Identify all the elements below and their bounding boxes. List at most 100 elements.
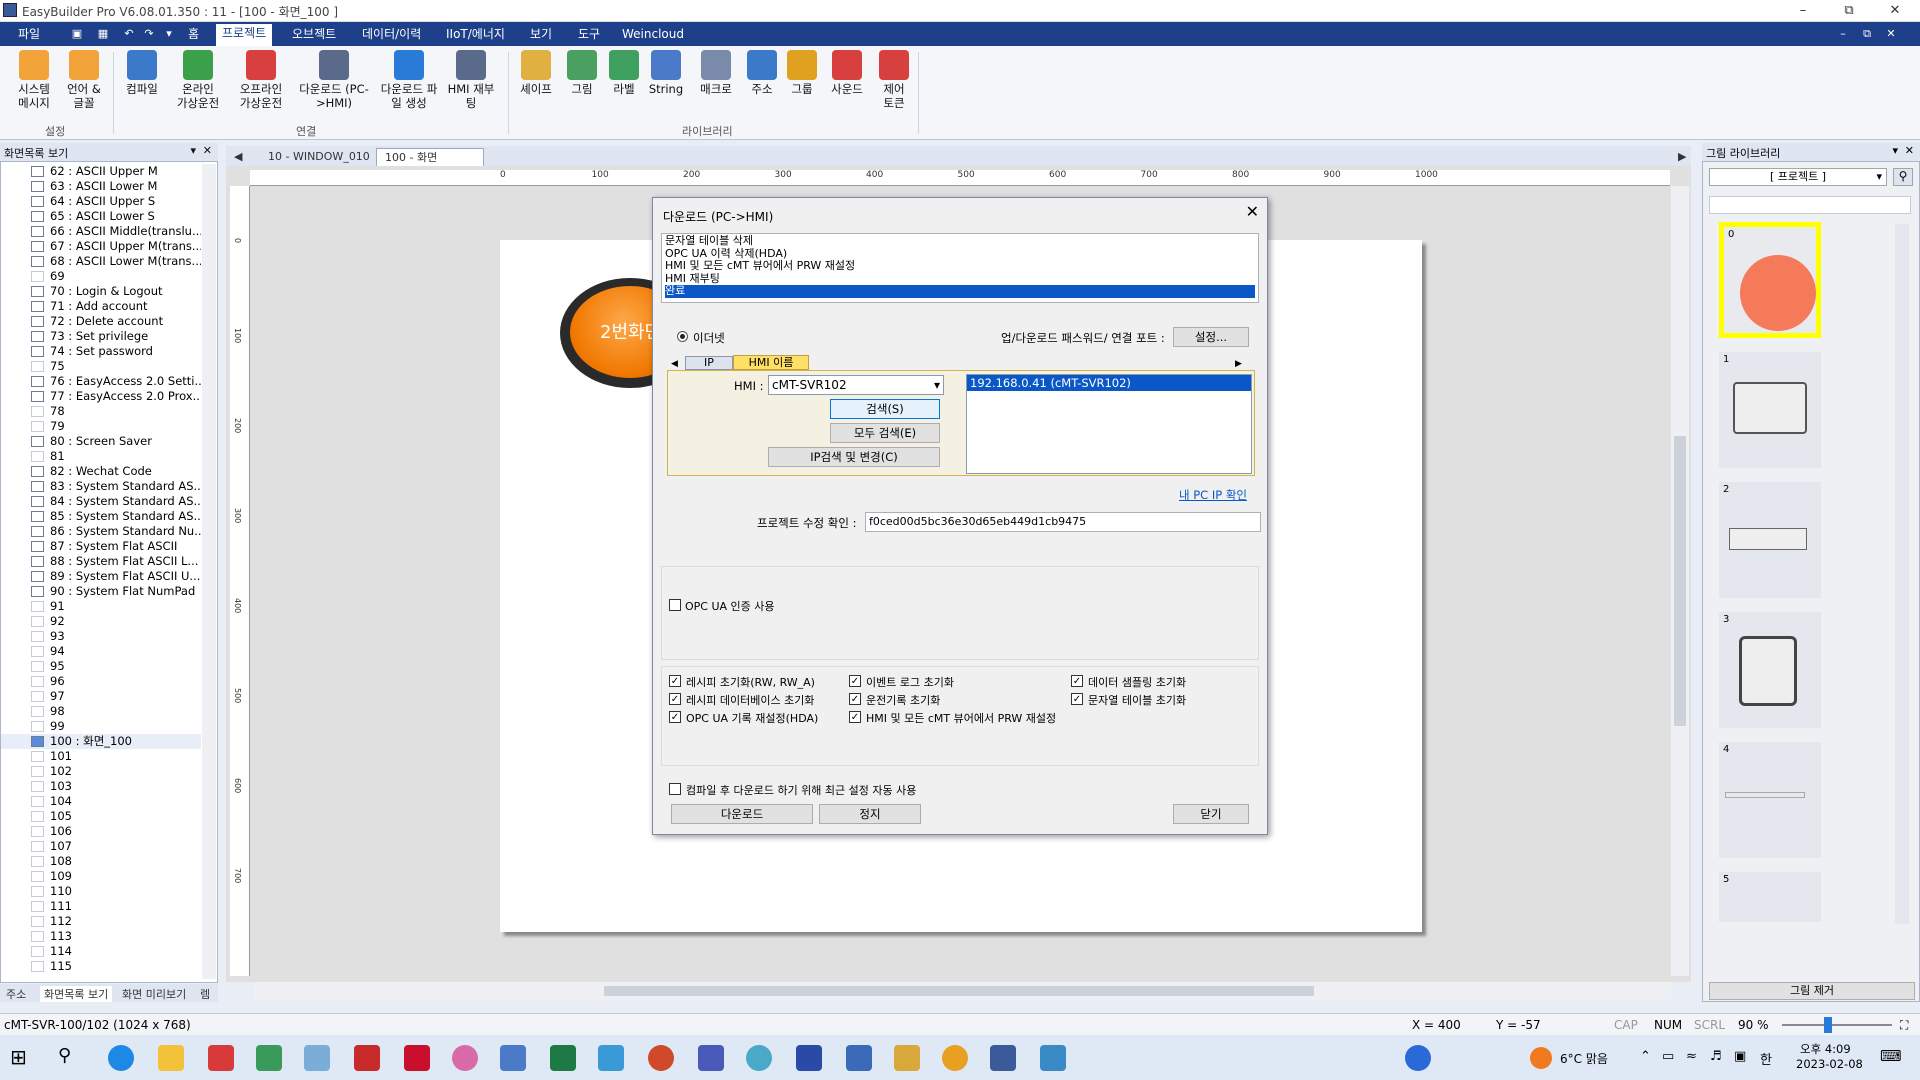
compile-button[interactable]: 컴파일 <box>118 50 166 96</box>
ribbon-close-icon[interactable]: ✕ <box>1884 27 1898 41</box>
screen-list-item[interactable]: 101 <box>1 749 201 764</box>
stop-button[interactable]: 정지 <box>819 804 921 824</box>
screen-list-item[interactable]: 96 <box>1 674 201 689</box>
screen-list-item[interactable]: 86 : System Standard Nu... <box>1 524 201 539</box>
app-icon[interactable] <box>256 1045 282 1071</box>
network-icon[interactable]: ▭ <box>1662 1049 1674 1064</box>
check-my-pc-ip-link[interactable]: 내 PC IP 확인 <box>1179 487 1247 503</box>
screen-list-item[interactable]: 95 <box>1 659 201 674</box>
screen-list-item[interactable]: 92 <box>1 614 201 629</box>
screen-list-item[interactable]: 111 <box>1 899 201 914</box>
screen-list-item[interactable]: 72 : Delete account <box>1 314 201 329</box>
screen-list-item[interactable]: 89 : System Flat ASCII U... <box>1 569 201 584</box>
menu-object[interactable]: 오브젝트 <box>286 25 342 43</box>
compile-auto-settings-checkbox[interactable] <box>669 783 681 795</box>
input-mode-icon[interactable]: ▣ <box>1734 1049 1746 1064</box>
menu-data-history[interactable]: 데이터/이력 <box>356 25 427 43</box>
macro-button[interactable]: 매크로 <box>694 50 738 96</box>
acrobat-icon[interactable] <box>354 1045 380 1071</box>
system-message-button[interactable]: 시스템 메시지 <box>10 50 58 110</box>
search-icon[interactable]: ⚲ <box>58 1045 84 1071</box>
string-table-reset-checkbox[interactable]: ✓ <box>1071 693 1083 705</box>
picture-thumb[interactable]: 0 <box>1719 222 1821 338</box>
screen-list-item[interactable]: 63 : ASCII Lower M <box>1 179 201 194</box>
shape-button[interactable]: 셰이프 <box>514 50 558 96</box>
panel-close-icon[interactable]: ✕ <box>203 144 212 157</box>
undo-icon[interactable]: ↶ <box>122 27 136 41</box>
menu-iiot-energy[interactable]: IIoT/에너지 <box>440 25 511 43</box>
screen-list-item[interactable]: 90 : System Flat NumPad <box>1 584 201 599</box>
app-icon[interactable] <box>698 1045 724 1071</box>
tray-chevron-icon[interactable]: ⌃ <box>1640 1049 1651 1064</box>
library-select[interactable]: [ 프로젝트 ] ▾ <box>1709 168 1887 186</box>
app-icon[interactable] <box>846 1045 872 1071</box>
tab-address[interactable]: 주소 <box>6 986 26 1002</box>
minimize-button[interactable]: – <box>1780 1 1826 21</box>
screen-list-item[interactable]: 113 <box>1 929 201 944</box>
menu-tools[interactable]: 도구 <box>572 25 606 43</box>
hmi-reboot-button[interactable]: HMI 재부 팅 <box>446 50 496 110</box>
screen-list-item[interactable]: 109 <box>1 869 201 884</box>
tab-screen-list[interactable]: 화면목록 보기 <box>40 986 113 1002</box>
scroll-thumb[interactable] <box>1674 436 1686 726</box>
screen-list-item[interactable]: 70 : Login & Logout <box>1 284 201 299</box>
screen-list-item[interactable]: 79 <box>1 419 201 434</box>
screen-list-item[interactable]: 107 <box>1 839 201 854</box>
windows-start-icon[interactable]: ⊞ <box>10 1045 36 1071</box>
string-button[interactable]: String <box>646 50 686 96</box>
picture-thumb[interactable]: 5 <box>1719 872 1821 922</box>
tab-more[interactable]: 렘 <box>200 986 210 1002</box>
tab-hmi-name[interactable]: HMI 이름 <box>733 355 809 370</box>
screen-list-item[interactable]: 83 : System Standard AS... <box>1 479 201 494</box>
screen-list-item[interactable]: 62 : ASCII Upper M <box>1 164 201 179</box>
ethernet-radio[interactable] <box>677 331 688 342</box>
zoom-slider[interactable] <box>1782 1017 1892 1033</box>
save-icon[interactable]: ▣ <box>70 27 84 41</box>
screen-list-item[interactable]: 91 <box>1 599 201 614</box>
picture-thumb[interactable]: 4 <box>1719 742 1821 858</box>
screen-list-item[interactable]: 85 : System Standard AS... <box>1 509 201 524</box>
sound-button[interactable]: 사운드 <box>824 50 870 96</box>
screen-list-item[interactable]: 77 : EasyAccess 2.0 Prox... <box>1 389 201 404</box>
picture-thumb[interactable]: 2 <box>1719 482 1821 598</box>
offline-simulation-button[interactable]: 오프라인 가상운전 <box>230 50 292 110</box>
screen-list-item[interactable]: 94 <box>1 644 201 659</box>
log-item[interactable]: 문자열 테이블 삭제 <box>665 234 1255 248</box>
canvas-horizontal-scrollbar[interactable] <box>254 982 1672 1000</box>
recipe-reset-checkbox[interactable]: ✓ <box>669 675 681 687</box>
operation-log-reset-checkbox[interactable]: ✓ <box>849 693 861 705</box>
library-scrollbar[interactable] <box>1895 224 1909 924</box>
log-item[interactable]: HMI 재부팅 <box>665 272 1255 286</box>
screen-list-item[interactable]: 88 : System Flat ASCII L... <box>1 554 201 569</box>
tab-screen-preview[interactable]: 화면 미리보기 <box>122 986 186 1002</box>
screen-list-item[interactable]: 115 <box>1 959 201 974</box>
download-log-list[interactable]: 문자열 테이블 삭제 OPC UA 이력 삭제(HDA) HMI 및 모든 cMT … <box>661 233 1259 303</box>
tab-left-arrow-icon[interactable]: ◀ <box>671 359 678 369</box>
control-token-button[interactable]: 제어 토큰 <box>872 50 916 110</box>
menu-home[interactable]: 홈 <box>182 25 205 43</box>
screen-list-item[interactable]: 75 <box>1 359 201 374</box>
project-revision-field[interactable]: f0ced00d5bc36e30d65eb449d1cb9475 <box>865 512 1261 532</box>
screen-list-item[interactable]: 103 <box>1 779 201 794</box>
calendar-app-icon[interactable] <box>208 1045 234 1071</box>
screen-list-item[interactable]: 84 : System Standard AS... <box>1 494 201 509</box>
screen-list-item[interactable]: 114 <box>1 944 201 959</box>
screen-list-item[interactable]: 67 : ASCII Upper M(trans... <box>1 239 201 254</box>
wifi-icon[interactable]: ≈ <box>1686 1049 1697 1064</box>
address-button[interactable]: 주소 <box>740 50 784 96</box>
opc-history-reset-checkbox[interactable]: ✓ <box>669 711 681 723</box>
app-icon[interactable] <box>452 1045 478 1071</box>
language-indicator[interactable]: 한 <box>1760 1049 1772 1068</box>
canvas-vertical-scrollbar[interactable] <box>1671 186 1689 976</box>
volume-icon[interactable]: ♬ <box>1710 1049 1722 1064</box>
hmi-found-item[interactable]: 192.168.0.41 (cMT-SVR102) <box>967 375 1251 391</box>
download-pc-hmi-button[interactable]: 다운로드 (PC- >HMI) <box>294 50 374 110</box>
save-all-icon[interactable]: ▦ <box>96 27 110 41</box>
ribbon-minimize-icon[interactable]: – <box>1836 27 1850 41</box>
redo-icon[interactable]: ↷ <box>142 27 156 41</box>
app-icon[interactable] <box>796 1045 822 1071</box>
search-all-button[interactable]: 모두 검색(E) <box>830 423 940 443</box>
language-font-button[interactable]: 언어 & 글꼴 <box>60 50 108 110</box>
notification-icon[interactable]: ⌨ <box>1880 1047 1902 1065</box>
menu-weincloud[interactable]: Weincloud <box>616 25 690 43</box>
